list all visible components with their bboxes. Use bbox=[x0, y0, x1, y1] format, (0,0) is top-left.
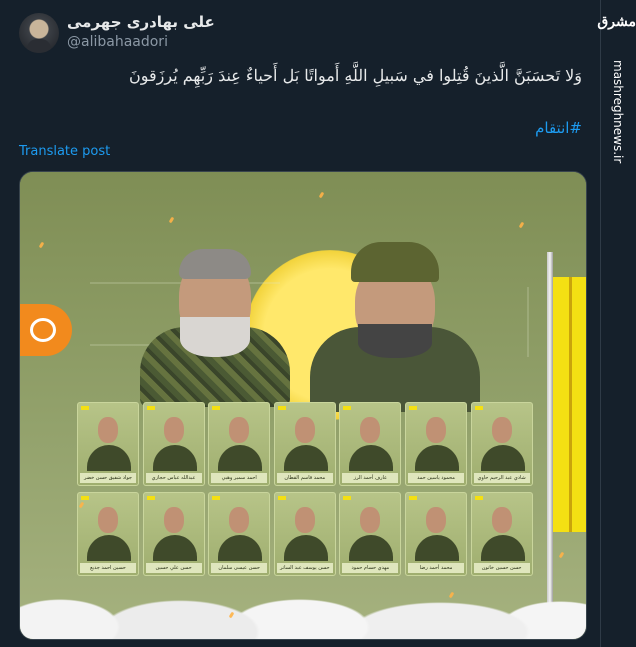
hezbollah-logo-icon bbox=[212, 496, 221, 500]
martyr-face bbox=[294, 507, 315, 533]
martyr-card: عبدالله عباس حجازي bbox=[142, 402, 205, 486]
martyr-face bbox=[229, 507, 250, 533]
martyr-uniform bbox=[480, 535, 525, 561]
martyr-face bbox=[360, 507, 381, 533]
martyr-name: عارف أحمد الرز bbox=[342, 473, 399, 483]
martyr-uniform bbox=[87, 535, 131, 561]
hezbollah-logo-icon bbox=[81, 406, 89, 410]
martyr-name: مهدي حسام حمود bbox=[342, 563, 399, 573]
martyr-uniform bbox=[283, 535, 328, 561]
martyr-card: مهدي حسام حمود bbox=[339, 492, 402, 576]
flag-stripe bbox=[569, 277, 572, 532]
hezbollah-logo-icon bbox=[409, 406, 417, 410]
author-name[interactable]: علی بهادری جهرمی bbox=[67, 13, 215, 31]
hezbollah-logo-icon bbox=[146, 496, 155, 500]
tweet: علی بهادری جهرمی @alibahaadori وَلا تَحس… bbox=[0, 0, 600, 647]
martyr-face bbox=[294, 417, 315, 443]
martyr-card: حسن علي حسين bbox=[142, 492, 205, 576]
martyr-uniform bbox=[349, 535, 394, 561]
author-avatar[interactable] bbox=[19, 13, 59, 53]
martyr-name: حسين احمد جديع bbox=[80, 563, 136, 573]
hezbollah-logo-icon bbox=[212, 406, 221, 410]
martyr-card: محمد قاسم القطان bbox=[273, 402, 336, 486]
martyr-face bbox=[491, 507, 512, 533]
hashtag-link[interactable]: #انتقام bbox=[535, 119, 582, 137]
martyr-uniform bbox=[283, 445, 328, 471]
martyr-uniform bbox=[218, 535, 263, 561]
martyr-name: حسن يوسف عبد الساتر bbox=[276, 563, 333, 573]
martyr-uniform bbox=[87, 445, 131, 471]
martyr-card: محمود ياسين حمد bbox=[405, 402, 467, 486]
martyr-face bbox=[98, 417, 118, 443]
tweet-text: وَلا تَحسَبَنَّ الَّذينَ قُتِلوا في سَبي… bbox=[129, 66, 582, 85]
martyr-card: محمد أحمد رضا bbox=[405, 492, 467, 576]
commander-portrait-left bbox=[140, 237, 290, 407]
martyr-uniform bbox=[415, 445, 459, 471]
hezbollah-logo-icon bbox=[146, 406, 155, 410]
martyr-face bbox=[163, 507, 184, 533]
martyr-uniform bbox=[152, 535, 197, 561]
translate-post-link[interactable]: Translate post bbox=[19, 144, 110, 159]
martyr-card: احمد سمير وهبي bbox=[208, 402, 271, 486]
martyr-name: حسن علي حسين bbox=[145, 563, 202, 573]
hezbollah-logo-icon bbox=[343, 406, 352, 410]
hezbollah-logo-icon bbox=[277, 496, 286, 500]
mashregh-logo: مشرق bbox=[597, 14, 636, 30]
site-watermark: mashreghnews.ir bbox=[610, 60, 628, 220]
commander-portrait-right bbox=[310, 232, 480, 412]
author-handle[interactable]: @alibahaadori bbox=[67, 34, 168, 50]
al-mayadeen-logo-icon bbox=[20, 304, 72, 356]
hezbollah-logo-icon bbox=[474, 496, 483, 500]
martyr-name: حسن حسين خاتون bbox=[473, 563, 530, 573]
martyr-face bbox=[426, 507, 446, 533]
martyr-face bbox=[98, 507, 118, 533]
martyr-card: عارف أحمد الرز bbox=[339, 402, 402, 486]
martyrs-grid: جواد شفيق حسن خضر عبدالله عباس حجازي احمد … bbox=[77, 402, 533, 578]
martyr-name: جواد شفيق حسن خضر bbox=[80, 473, 136, 483]
martyr-name: شادي عبد الرحيم حاوي bbox=[473, 473, 530, 483]
martyr-name: محمد قاسم القطان bbox=[276, 473, 333, 483]
hezbollah-logo-icon bbox=[277, 406, 286, 410]
martyr-name: حسن عيسى سلمان bbox=[211, 563, 268, 573]
martyr-face bbox=[426, 417, 446, 443]
martyr-name: احمد سمير وهبي bbox=[211, 473, 268, 483]
martyr-face bbox=[491, 417, 512, 443]
hezbollah-logo-icon bbox=[474, 406, 483, 410]
martyr-name: عبدالله عباس حجازي bbox=[145, 473, 202, 483]
martyr-uniform bbox=[415, 535, 459, 561]
tweet-image[interactable]: جواد شفيق حسن خضر عبدالله عباس حجازي احمد … bbox=[19, 171, 587, 640]
clouds-decoration bbox=[20, 577, 586, 639]
martyr-card: حسن حسين خاتون bbox=[470, 492, 533, 576]
martyr-card: حسن عيسى سلمان bbox=[208, 492, 271, 576]
martyr-card: حسين احمد جديع bbox=[77, 492, 139, 576]
martyr-card: جواد شفيق حسن خضر bbox=[77, 402, 139, 486]
martyr-uniform bbox=[480, 445, 525, 471]
hezbollah-logo-icon bbox=[409, 496, 417, 500]
martyr-card: شادي عبد الرحيم حاوي bbox=[470, 402, 533, 486]
site-watermark-text: mashreghnews.ir bbox=[611, 60, 625, 164]
hezbollah-logo-icon bbox=[81, 496, 89, 500]
martyr-face bbox=[360, 417, 381, 443]
martyr-uniform bbox=[218, 445, 263, 471]
watermark-sidebar: مشرق mashreghnews.ir bbox=[597, 0, 636, 647]
martyr-face bbox=[163, 417, 184, 443]
hezbollah-logo-icon bbox=[343, 496, 352, 500]
martyr-card: حسن يوسف عبد الساتر bbox=[273, 492, 336, 576]
martyr-uniform bbox=[349, 445, 394, 471]
martyr-uniform bbox=[152, 445, 197, 471]
martyr-name: محمود ياسين حمد bbox=[408, 473, 464, 483]
martyr-name: محمد أحمد رضا bbox=[408, 563, 464, 573]
martyr-face bbox=[229, 417, 250, 443]
